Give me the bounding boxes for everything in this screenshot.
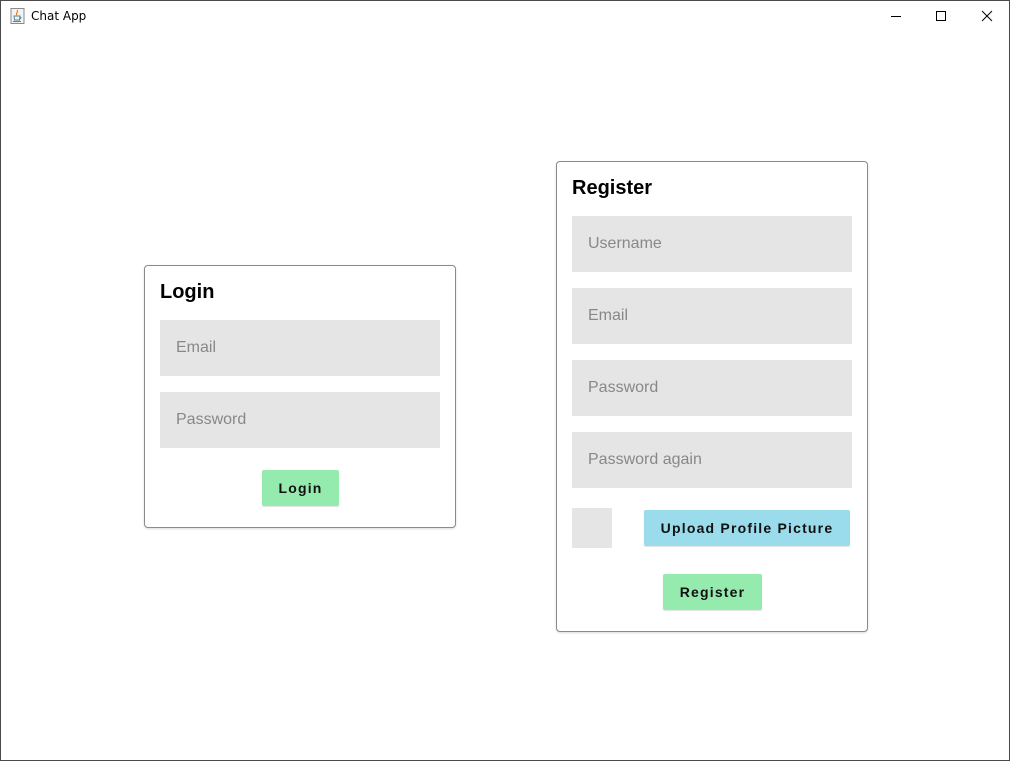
register-email-field[interactable] bbox=[572, 288, 852, 344]
register-email-input[interactable] bbox=[588, 307, 852, 325]
login-title: Login bbox=[160, 281, 215, 303]
close-icon bbox=[981, 10, 993, 22]
minimize-button[interactable] bbox=[873, 1, 919, 31]
login-button[interactable]: Login bbox=[262, 470, 339, 506]
register-password-again-field[interactable] bbox=[572, 432, 852, 488]
java-coffee-cup-icon bbox=[10, 8, 25, 24]
login-email-field[interactable] bbox=[160, 320, 440, 376]
profile-picture-preview bbox=[572, 508, 612, 548]
app-window: Chat App Login Login Re bbox=[0, 0, 1010, 761]
upload-profile-picture-button[interactable]: Upload Profile Picture bbox=[644, 510, 850, 546]
window-title: Chat App bbox=[31, 9, 87, 23]
login-email-input[interactable] bbox=[176, 339, 440, 357]
register-button[interactable]: Register bbox=[663, 574, 762, 610]
register-password-again-input[interactable] bbox=[588, 451, 852, 469]
minimize-icon bbox=[891, 16, 901, 17]
register-card: Register Upload Profile Picture Register bbox=[556, 161, 868, 632]
title-bar[interactable]: Chat App bbox=[1, 1, 1009, 31]
login-password-input[interactable] bbox=[176, 411, 440, 429]
close-button[interactable] bbox=[964, 1, 1010, 31]
maximize-icon bbox=[936, 11, 946, 21]
register-username-input[interactable] bbox=[588, 235, 852, 253]
register-username-field[interactable] bbox=[572, 216, 852, 272]
register-password-field[interactable] bbox=[572, 360, 852, 416]
maximize-button[interactable] bbox=[918, 1, 964, 31]
register-title: Register bbox=[572, 177, 653, 199]
register-password-input[interactable] bbox=[588, 379, 852, 397]
login-card: Login Login bbox=[144, 265, 456, 528]
login-password-field[interactable] bbox=[160, 392, 440, 448]
